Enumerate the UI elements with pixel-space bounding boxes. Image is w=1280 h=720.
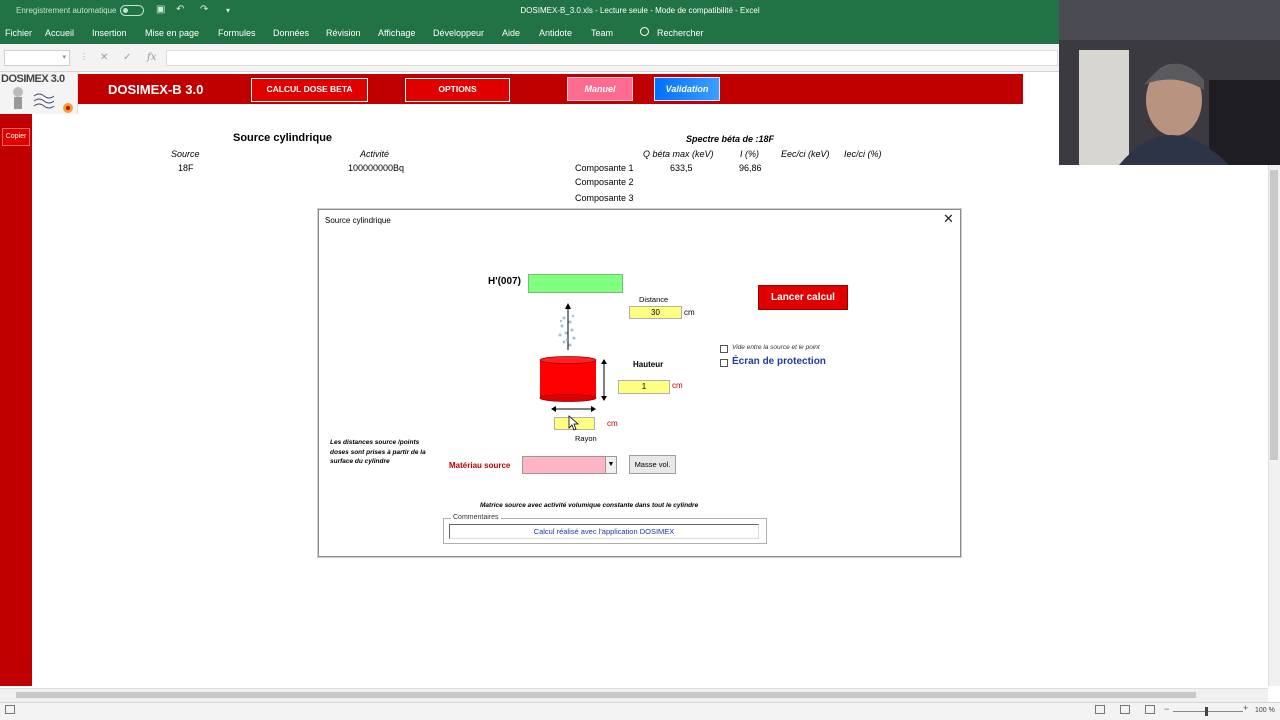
- tab-insertion[interactable]: Insertion: [92, 28, 127, 38]
- dosimex-banner: [78, 74, 1023, 104]
- commentaires-legend: Commentaires: [451, 514, 501, 521]
- webcam-person-image: [1059, 0, 1280, 165]
- source-title: Source cylindrique: [233, 132, 333, 144]
- hprime-result-field: [528, 274, 623, 293]
- macro-record-icon[interactable]: [5, 705, 15, 714]
- materiau-select[interactable]: ▼: [522, 456, 617, 474]
- left-red-column: [0, 72, 32, 686]
- tab-antidote[interactable]: Antidote: [539, 28, 572, 38]
- composante-label: Composante 2: [575, 177, 634, 187]
- enter-icon[interactable]: ✓: [123, 52, 131, 63]
- chevron-down-icon[interactable]: ▼: [605, 457, 616, 473]
- formula-input[interactable]: [166, 50, 1058, 66]
- cursor-icon: [568, 415, 580, 431]
- activite-value: 100000000Bq: [348, 163, 405, 173]
- rayon-unit: cm: [607, 419, 618, 428]
- vide-label: Vide entre la source et le point: [732, 344, 820, 351]
- validation-button[interactable]: Validation: [654, 77, 720, 101]
- calcul-dose-beta-button[interactable]: CALCUL DOSE BETA: [251, 78, 368, 102]
- composante-q: 633,5: [670, 163, 693, 173]
- horizontal-scroll-thumb[interactable]: [16, 692, 1196, 698]
- tab-revision[interactable]: Révision: [326, 28, 361, 38]
- tab-developpeur[interactable]: Développeur: [433, 28, 484, 38]
- zoom-in-icon[interactable]: +: [1243, 703, 1248, 713]
- distance-label: Distance: [639, 295, 669, 304]
- webcam-overlay: [1059, 0, 1280, 165]
- divider-icon: ⋮: [80, 52, 88, 61]
- tab-mise-en-page[interactable]: Mise en page: [145, 28, 199, 38]
- ecran-checkbox[interactable]: [720, 359, 728, 367]
- ecran-label: Écran de protection: [732, 356, 826, 367]
- spectre-header-eec: Eec/ci (keV): [781, 149, 830, 159]
- zoom-slider-thumb[interactable]: [1205, 707, 1208, 716]
- tab-formules[interactable]: Formules: [218, 28, 256, 38]
- search-label[interactable]: Rechercher: [657, 28, 704, 38]
- composante-label: Composante 3: [575, 193, 634, 203]
- tab-affichage[interactable]: Affichage: [378, 28, 415, 38]
- close-icon[interactable]: ✕: [943, 211, 954, 227]
- distances-note: Les distances source /points doses sont …: [330, 439, 426, 465]
- composante-i: 96,86: [739, 163, 762, 173]
- commentaires-input[interactable]: Calcul réalisé avec l'application DOSIME…: [449, 524, 759, 539]
- vide-checkbox[interactable]: [720, 345, 728, 353]
- page-layout-icon[interactable]: [1120, 705, 1130, 714]
- page-break-icon[interactable]: [1145, 705, 1155, 714]
- dosimex-logo: DOSIMEX 3.0: [0, 72, 78, 114]
- tab-aide[interactable]: Aide: [502, 28, 520, 38]
- source-cylindrique-dialog: Source cylindrique ✕ H'(007) Distance 30…: [318, 209, 961, 557]
- masse-vol-button[interactable]: Masse vol.: [629, 455, 676, 474]
- zoom-slider[interactable]: [1173, 711, 1243, 712]
- cylinder-illustration: [539, 303, 607, 412]
- name-box[interactable]: [4, 50, 70, 66]
- spectre-header-i: I (%): [740, 149, 759, 159]
- hauteur-label: Hauteur: [633, 360, 664, 369]
- source-value: 18F: [178, 163, 194, 173]
- status-bar: [0, 702, 1280, 720]
- normal-view-icon[interactable]: [1095, 705, 1105, 714]
- insert-function-icon[interactable]: fx: [147, 52, 156, 63]
- matrice-note: Matrice source avec activité volumique c…: [480, 502, 699, 509]
- app-name: DOSIMEX-B 3.0: [108, 82, 204, 97]
- copier-button[interactable]: Copier: [2, 128, 30, 146]
- lancer-calcul-button[interactable]: Lancer calcul: [758, 285, 848, 310]
- spectre-title: Spectre béta de :18F: [686, 134, 775, 144]
- tab-team[interactable]: Team: [591, 28, 613, 38]
- hauteur-unit: cm: [672, 381, 683, 390]
- distance-input[interactable]: 30: [629, 306, 682, 319]
- tab-fichier[interactable]: Fichier: [5, 28, 32, 38]
- zoom-level[interactable]: 100 %: [1255, 707, 1275, 714]
- tab-donnees[interactable]: Données: [273, 28, 309, 38]
- col-source-header: Source: [171, 149, 200, 159]
- distance-unit: cm: [684, 308, 695, 317]
- manuel-button[interactable]: Manuel: [567, 77, 633, 101]
- spectre-header-q: Q béta max (keV): [643, 149, 714, 159]
- materiau-label: Matériau source: [449, 461, 511, 470]
- cancel-icon[interactable]: ✕: [100, 52, 108, 63]
- search-icon[interactable]: [640, 27, 649, 36]
- hprime-label: H'(007): [488, 276, 521, 287]
- rayon-label: Rayon: [575, 434, 597, 443]
- vertical-scroll-thumb[interactable]: [1270, 170, 1278, 460]
- options-button[interactable]: OPTIONS: [405, 78, 510, 102]
- hauteur-input[interactable]: 1: [618, 380, 670, 394]
- composante-label: Composante 1: [575, 163, 634, 173]
- dialog-title: Source cylindrique: [325, 216, 391, 225]
- tab-accueil[interactable]: Accueil: [45, 28, 74, 38]
- col-activite-header: Activité: [360, 149, 390, 159]
- zoom-out-icon[interactable]: −: [1164, 704, 1169, 714]
- logo-illustration-icon: [13, 87, 73, 113]
- spectre-header-iec: Iec/ci (%): [844, 149, 882, 159]
